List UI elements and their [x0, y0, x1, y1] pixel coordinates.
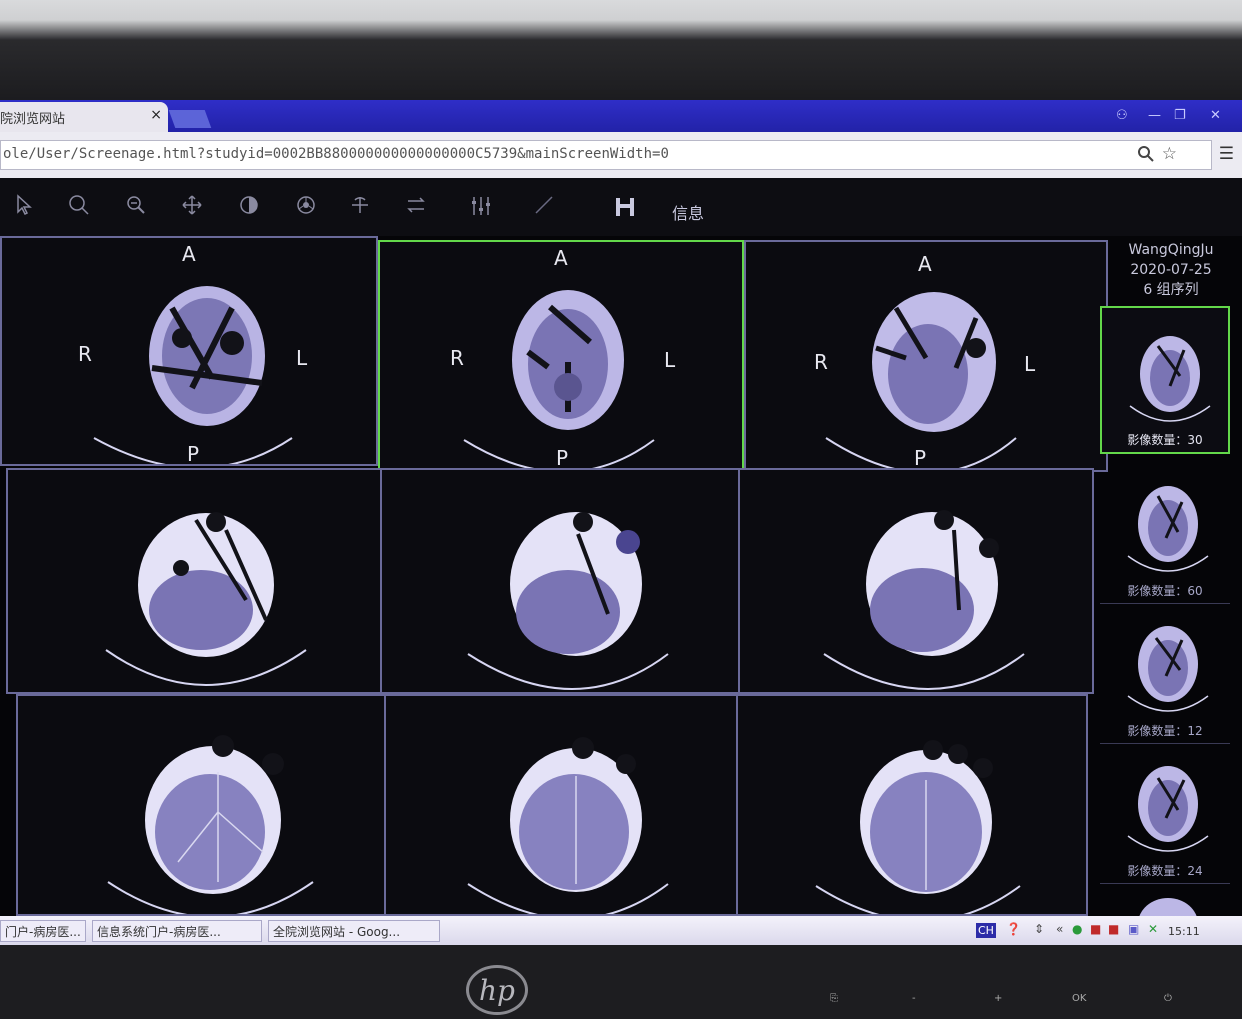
zoom-tool-icon[interactable]: [125, 194, 147, 216]
viewport-3[interactable]: A P R L: [744, 240, 1108, 472]
pan-tool-icon[interactable]: [181, 194, 203, 216]
taskbar: 门户-病房医... 信息系统门户-病房医... 全院浏览网站 - Goog...…: [0, 916, 1242, 945]
address-bar: ole/User/Screenage.html?studyid=0002BB88…: [0, 132, 1242, 178]
invert-tool-icon[interactable]: [295, 194, 317, 216]
thumbnail-image: [1129, 336, 1211, 422]
app-icon[interactable]: ■: [1090, 922, 1101, 936]
ct-slice-image: [815, 740, 1021, 914]
monitor-power-icon[interactable]: ⏻: [1164, 993, 1172, 1004]
browser-tab[interactable]: 院浏览网站 ×: [0, 102, 168, 132]
restore-icon[interactable]: ❐: [1174, 108, 1186, 123]
series-thumbnail-partial[interactable]: [1100, 884, 1230, 916]
series-thumbnail[interactable]: 影像数量：24: [1100, 736, 1230, 884]
ime-indicator[interactable]: CH: [976, 923, 996, 938]
image-count: 影像数量：24: [1127, 864, 1203, 878]
viewport-6[interactable]: [738, 468, 1094, 694]
viewport-8[interactable]: [384, 694, 740, 916]
tray-arrow-icon[interactable]: ⇕: [1034, 922, 1044, 936]
monitor-bezel-top: [0, 0, 1242, 100]
help-icon[interactable]: ❓: [1006, 922, 1021, 936]
viewport-4[interactable]: [6, 468, 382, 694]
image-count: 影像数量：30: [1127, 433, 1203, 447]
browser-menu-icon[interactable]: ☰: [1219, 144, 1234, 164]
taskbar-item[interactable]: 信息系统门户-病房医...: [92, 920, 262, 942]
ct-slice-image: [823, 510, 1025, 690]
ct-slice-image: [107, 735, 314, 914]
series-header: WangQingJu 2020-07-25 6 组序列: [1106, 240, 1236, 300]
minimize-icon[interactable]: —: [1148, 108, 1161, 123]
user-icon[interactable]: ⚇: [1116, 108, 1128, 123]
monitor-minus-button[interactable]: -: [912, 993, 916, 1004]
viewport-7[interactable]: [16, 694, 386, 916]
save-icon[interactable]: [614, 196, 636, 218]
flip-tool-icon[interactable]: [405, 194, 427, 216]
url-text: ole/User/Screenage.html?studyid=0002BB88…: [3, 146, 669, 162]
measure-tool-icon[interactable]: [533, 194, 555, 216]
viewport-2-active[interactable]: A P R L: [378, 240, 744, 472]
rotate-tool-icon[interactable]: [349, 194, 371, 216]
thumbnail-image: [1127, 486, 1209, 572]
orientation-anterior: A: [554, 246, 568, 270]
viewport-1[interactable]: A P R L: [0, 236, 378, 466]
pointer-tool-icon[interactable]: [14, 194, 36, 216]
app-icon[interactable]: ■: [1108, 922, 1119, 936]
network-icon[interactable]: ▣: [1128, 922, 1139, 936]
orientation-anterior: A: [918, 252, 932, 276]
thumbnail-image: [1127, 766, 1209, 852]
study-date: 2020-07-25: [1130, 262, 1212, 278]
clock: 15:11: [1168, 925, 1200, 938]
tab-title: 院浏览网站: [0, 112, 66, 127]
viewport-5[interactable]: [380, 468, 740, 694]
close-window-icon[interactable]: ✕: [1210, 108, 1221, 123]
new-tab-button[interactable]: [168, 110, 212, 128]
wechat-icon[interactable]: ●: [1072, 922, 1082, 936]
taskbar-item-active[interactable]: 全院浏览网站 - Goog...: [268, 920, 440, 942]
series-thumbnail[interactable]: 影像数量：30: [1100, 306, 1230, 454]
thumbnail-image: [1139, 898, 1197, 916]
browser-tab-bar: 院浏览网站 × ⚇ — ❐ ✕: [0, 100, 1242, 132]
thumbnail-image: [1127, 626, 1209, 712]
series-summary: 6 组序列: [1143, 282, 1199, 298]
monitor-plus-button[interactable]: +: [994, 993, 1002, 1004]
series-thumbnail[interactable]: 影像数量：12: [1100, 596, 1230, 744]
monitor-bezel-bottom: [0, 945, 1242, 1019]
ct-slice-image: [467, 737, 669, 914]
bookmark-star-icon[interactable]: ☆: [1162, 144, 1177, 164]
ct-slice-image: [105, 512, 307, 686]
monitor-input-icon[interactable]: ⎘: [830, 993, 838, 1004]
image-viewer: A P R L A P R L A P R L WangQingJu 2020-…: [0, 236, 1242, 916]
tray-expand-icon[interactable]: «: [1056, 922, 1063, 936]
magnifier-tool-icon[interactable]: [68, 194, 90, 216]
orientation-anterior: A: [182, 242, 196, 266]
window-level-tool-icon[interactable]: [238, 194, 260, 216]
series-thumbnail[interactable]: 影像数量：60: [1100, 456, 1230, 604]
tab-close-icon[interactable]: ×: [150, 107, 162, 123]
ct-slice-image: [463, 290, 655, 470]
tools-icon[interactable]: ✕: [1148, 922, 1158, 936]
ct-slice-image: [825, 292, 1017, 470]
ct-slice-image: [467, 512, 669, 690]
viewport-9[interactable]: [736, 694, 1088, 916]
viewer-toolbar: 信息: [0, 178, 1242, 236]
adjust-tool-icon[interactable]: [469, 194, 493, 218]
taskbar-item[interactable]: 门户-病房医...: [0, 920, 86, 942]
patient-name: WangQingJu: [1128, 242, 1214, 258]
monitor-ok-button[interactable]: OK: [1072, 993, 1086, 1004]
info-button[interactable]: 信息: [672, 200, 704, 224]
url-input[interactable]: ole/User/Screenage.html?studyid=0002BB88…: [0, 140, 1212, 170]
hp-logo: hp: [466, 965, 528, 1015]
monitor-screen: 院浏览网站 × ⚇ — ❐ ✕ ole/User/Screenage.html?…: [0, 100, 1242, 945]
ct-slice-image: [93, 286, 293, 464]
zoom-icon[interactable]: [1137, 145, 1155, 167]
